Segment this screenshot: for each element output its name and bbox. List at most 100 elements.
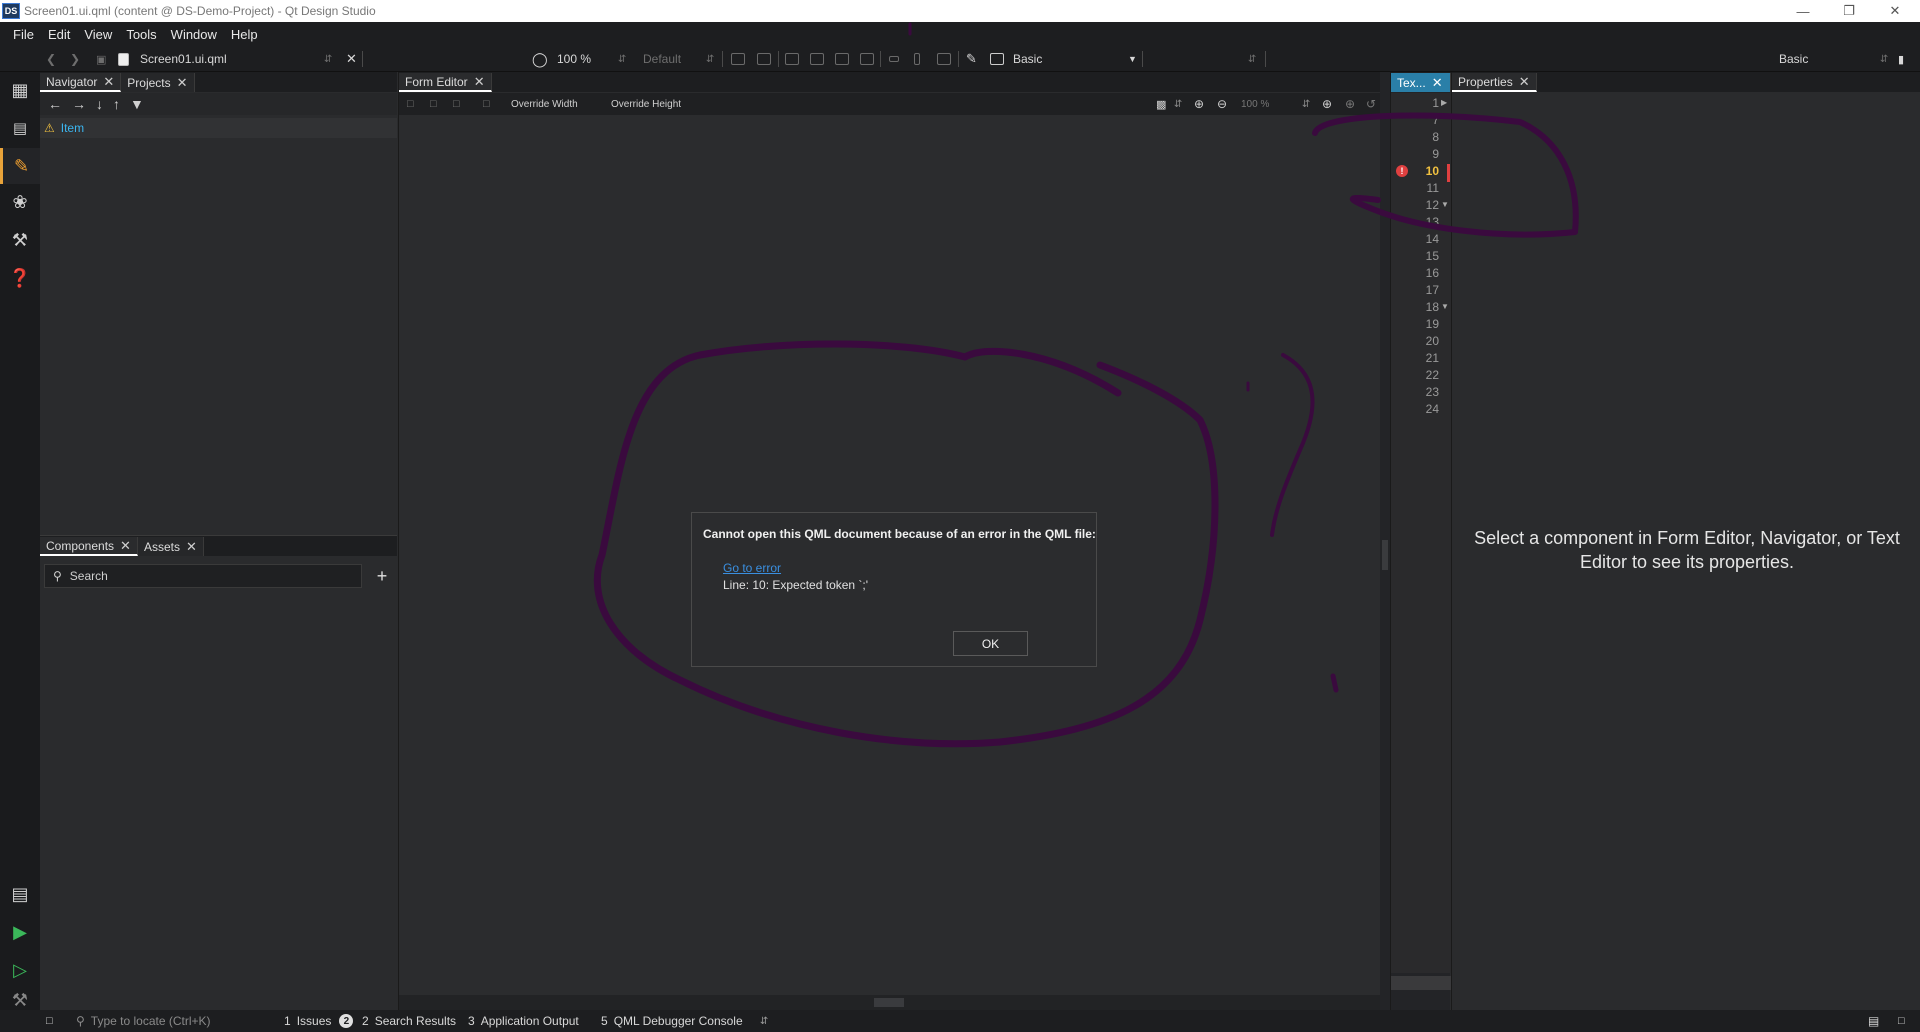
pane-arrows-icon[interactable]: ⇵ — [760, 1010, 768, 1032]
zoom-selection-icon[interactable]: ⊕ — [1345, 97, 1355, 111]
align-top-icon[interactable] — [835, 46, 849, 72]
arrow-right-icon[interactable]: → — [72, 96, 86, 112]
menu-tools[interactable]: Tools — [119, 27, 163, 42]
state-selector[interactable]: Default — [643, 46, 681, 72]
distribute-h-icon[interactable] — [785, 46, 799, 72]
row-layout-icon[interactable] — [889, 46, 899, 72]
tab-properties[interactable]: Properties ✕ — [1452, 73, 1537, 92]
close-tab-icon[interactable]: ✕ — [177, 76, 188, 89]
minimize-icon[interactable]: — — [1780, 0, 1826, 22]
arrow-left-icon[interactable]: ← — [48, 96, 62, 112]
override-width-field[interactable]: Override Width — [511, 99, 578, 110]
tab-projects[interactable]: Projects ✕ — [121, 73, 195, 92]
fold-marker-icon[interactable]: ▶ — [1441, 98, 1447, 107]
theme-arrows-icon[interactable]: ⇵ — [1248, 46, 1256, 72]
restore-icon[interactable]: ❐ — [1826, 0, 1872, 22]
help-mode-icon[interactable]: ❓ — [0, 260, 40, 296]
application-output-pane-button[interactable]: 3 Application Output — [468, 1010, 579, 1032]
zoom-out-icon[interactable]: ⊖ — [1217, 97, 1227, 111]
qml-debugger-pane-button[interactable]: 5 QML Debugger Console — [601, 1010, 743, 1032]
style-icon[interactable] — [990, 46, 1004, 72]
close-tab-icon[interactable]: ✕ — [103, 75, 114, 88]
form-editor-canvas[interactable]: Cannot open this QML document because of… — [399, 115, 1381, 995]
line-number[interactable]: 12 — [1391, 198, 1439, 212]
arrow-up-icon[interactable]: ↑ — [113, 96, 120, 112]
progress-toggle-icon[interactable]: ▤ — [1868, 1010, 1879, 1032]
align-bottom-icon[interactable] — [860, 46, 874, 72]
filter-icon[interactable]: ▼ — [130, 96, 144, 112]
align-left-icon[interactable] — [731, 46, 745, 72]
go-to-error-link[interactable]: Go to error — [723, 561, 781, 575]
annotation-comment-icon[interactable]: ▮ — [1898, 46, 1904, 72]
arrow-down-icon[interactable]: ↓ — [96, 96, 103, 112]
line-number[interactable]: 11 — [1391, 181, 1439, 195]
menu-help[interactable]: Help — [224, 27, 265, 42]
reset-icon[interactable]: ↺ — [1366, 97, 1376, 111]
line-number[interactable]: 20 — [1391, 334, 1439, 348]
style-selector[interactable]: Basic — [1013, 46, 1042, 72]
locator-input[interactable]: ⚲ Type to locate (Ctrl+K) — [76, 1010, 211, 1032]
run-target-icon[interactable]: ▤ — [0, 876, 40, 912]
workspace-arrows-icon[interactable]: ⇵ — [1880, 46, 1888, 72]
line-number[interactable]: 18 — [1391, 300, 1439, 314]
run-icon[interactable]: ▶ — [0, 914, 40, 950]
zoom-arrows-icon[interactable]: ⇵ — [618, 46, 626, 72]
distribute-v-icon[interactable] — [810, 46, 824, 72]
error-marker-icon[interactable]: ! — [1396, 165, 1408, 177]
design-mode-icon[interactable]: ✎ — [0, 148, 40, 184]
close-tab-icon[interactable]: ✕ — [186, 540, 197, 553]
edit-annotation-icon[interactable]: ✎ — [966, 46, 977, 72]
debug-mode-icon[interactable]: ❀ — [0, 184, 40, 220]
column-layout-icon[interactable] — [914, 46, 920, 72]
line-number[interactable]: 7 — [1391, 113, 1439, 127]
line-number[interactable]: 23 — [1391, 385, 1439, 399]
line-number[interactable]: 15 — [1391, 249, 1439, 263]
issues-pane-button[interactable]: 1 Issues 2 — [284, 1010, 354, 1032]
fold-marker-icon[interactable]: ▼ — [1441, 200, 1449, 209]
form-editor-vertical-scrollbar[interactable] — [1380, 72, 1390, 1010]
line-number[interactable]: 24 — [1391, 402, 1439, 416]
select-tool-icon[interactable]: □ — [407, 98, 414, 110]
close-tab-icon[interactable]: ✕ — [474, 75, 485, 88]
fold-marker-icon[interactable]: ▼ — [1441, 302, 1449, 311]
toggle-sidebar-icon[interactable]: □ — [46, 1010, 53, 1032]
bg-arrows-icon[interactable]: ⇵ — [1174, 99, 1182, 110]
menu-view[interactable]: View — [77, 27, 119, 42]
align-center-icon[interactable] — [757, 46, 771, 72]
tab-form-editor[interactable]: Form Editor ✕ — [399, 73, 492, 92]
add-module-button[interactable]: + — [370, 564, 394, 588]
file-selector-arrows-icon[interactable]: ⇵ — [324, 46, 332, 72]
line-number[interactable]: 9 — [1391, 147, 1439, 161]
line-number[interactable]: 19 — [1391, 317, 1439, 331]
close-tab-icon[interactable]: ✕ — [1432, 76, 1443, 89]
search-results-pane-button[interactable]: 2 Search Results — [362, 1010, 456, 1032]
text-editor-scroll-area[interactable] — [1391, 976, 1451, 990]
close-tab-icon[interactable]: ✕ — [120, 539, 131, 552]
component-search-input[interactable]: ⚲ Search — [44, 564, 362, 588]
zoom-all-icon[interactable]: ⊕ — [1322, 97, 1332, 111]
state-arrows-icon[interactable]: ⇵ — [706, 46, 714, 72]
form-zoom-level[interactable]: 100 % — [1241, 99, 1269, 110]
tab-text-editor[interactable]: Tex... ✕ — [1391, 73, 1451, 92]
form-zoom-arrows-icon[interactable]: ⇵ — [1302, 99, 1310, 110]
line-number[interactable]: 13 — [1391, 215, 1439, 229]
select-children-icon[interactable]: □ — [430, 98, 437, 110]
projects-mode-icon[interactable]: ⚒ — [0, 222, 40, 258]
ok-button[interactable]: OK — [953, 631, 1028, 656]
style-dropdown-icon[interactable]: ▼ — [1128, 46, 1137, 72]
menu-edit[interactable]: Edit — [41, 27, 77, 42]
forward-icon[interactable]: ❯ — [70, 46, 80, 72]
toggle-right-sidebar-icon[interactable]: □ — [1898, 1010, 1905, 1032]
debug-run-icon[interactable]: ▷ — [0, 952, 40, 988]
workspace-selector[interactable]: Basic — [1779, 46, 1808, 72]
welcome-mode-icon[interactable]: ▦ — [0, 72, 40, 108]
open-file-name[interactable]: Screen01.ui.qml — [140, 46, 227, 72]
menu-window[interactable]: Window — [164, 27, 224, 42]
tab-assets[interactable]: Assets ✕ — [137, 537, 204, 556]
line-number[interactable]: 21 — [1391, 351, 1439, 365]
select-frame-icon[interactable]: □ — [453, 98, 460, 110]
line-number[interactable]: 17 — [1391, 283, 1439, 297]
override-height-field[interactable]: Override Height — [611, 99, 681, 110]
grid-layout-icon[interactable] — [937, 46, 951, 72]
line-number[interactable]: 8 — [1391, 130, 1439, 144]
